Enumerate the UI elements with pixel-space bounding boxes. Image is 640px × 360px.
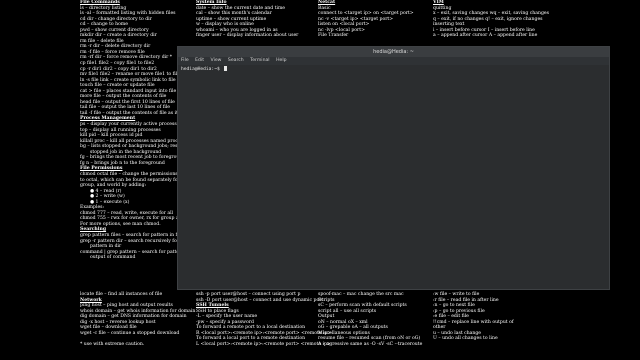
cheatsheet-line: wget -c file – continue a stopped downlo…	[80, 330, 180, 336]
cheatsheet-line: dig domain – get DNS information for dom…	[80, 314, 187, 320]
cheatsheet-line: a – append after cursor A – append after…	[433, 33, 538, 39]
cheatsheet-column-network: locate file – find all instances of file…	[80, 292, 195, 347]
terminal-cursor	[223, 66, 227, 71]
cheatsheet-column-nmap: spoof-mac – mac change the src mac Script…	[318, 292, 422, 347]
cheatsheet-column-system-info: System Info date – show the current date …	[196, 0, 316, 39]
cheatsheet-line: sC – perform scan with default scripts	[318, 303, 407, 309]
cheatsheet-line: L <local port>:<remote ip>:<remote port>…	[196, 341, 331, 347]
cheatsheet-line: finger user – display information about …	[196, 33, 299, 39]
menu-terminal[interactable]: Terminal	[250, 57, 269, 65]
cheatsheet-column-netcat: Netcat Basic connect to <target ip> on <t…	[318, 0, 438, 39]
cheatsheet-line: File Transfer	[318, 33, 349, 39]
cheatsheet-column-vim-files: :w file – write to file:r file – read fi…	[433, 292, 514, 342]
cheatsheet-column-ssh: ssh -p port user@host – connect using po…	[196, 292, 331, 347]
terminal-menubar: File Edit View Search Terminal Help	[178, 57, 609, 65]
cheatsheet-line: U – undo all changes to line	[433, 336, 498, 342]
menu-edit[interactable]: Edit	[195, 57, 204, 65]
menu-file[interactable]: File	[181, 57, 189, 65]
terminal-prompt: hedia@Hedia:~$	[181, 67, 223, 72]
terminal-window[interactable]: hedia@Hedia: ~ File Edit View Search Ter…	[177, 46, 610, 290]
cheatsheet-column-vim: VIM quitting x – exit, saving changes wq …	[433, 0, 549, 39]
terminal-body[interactable]: hedia@Hedia:~$	[178, 65, 609, 289]
menu-help[interactable]: Help	[276, 57, 286, 65]
menu-view[interactable]: View	[211, 57, 222, 65]
menu-search[interactable]: Search	[228, 57, 244, 65]
terminal-prompt-line[interactable]: hedia@Hedia:~$	[181, 66, 227, 73]
terminal-title: hedia@Hedia: ~	[373, 49, 414, 55]
terminal-titlebar[interactable]: hedia@Hedia: ~	[178, 47, 609, 57]
cheatsheet-line: x – exit, saving changes wq – exit, savi…	[433, 11, 549, 17]
cheatsheet-line: * use with extreme caution.	[80, 341, 145, 347]
cheatsheet-line: A – agressive same as -O -sV -sC --trace…	[318, 341, 423, 347]
